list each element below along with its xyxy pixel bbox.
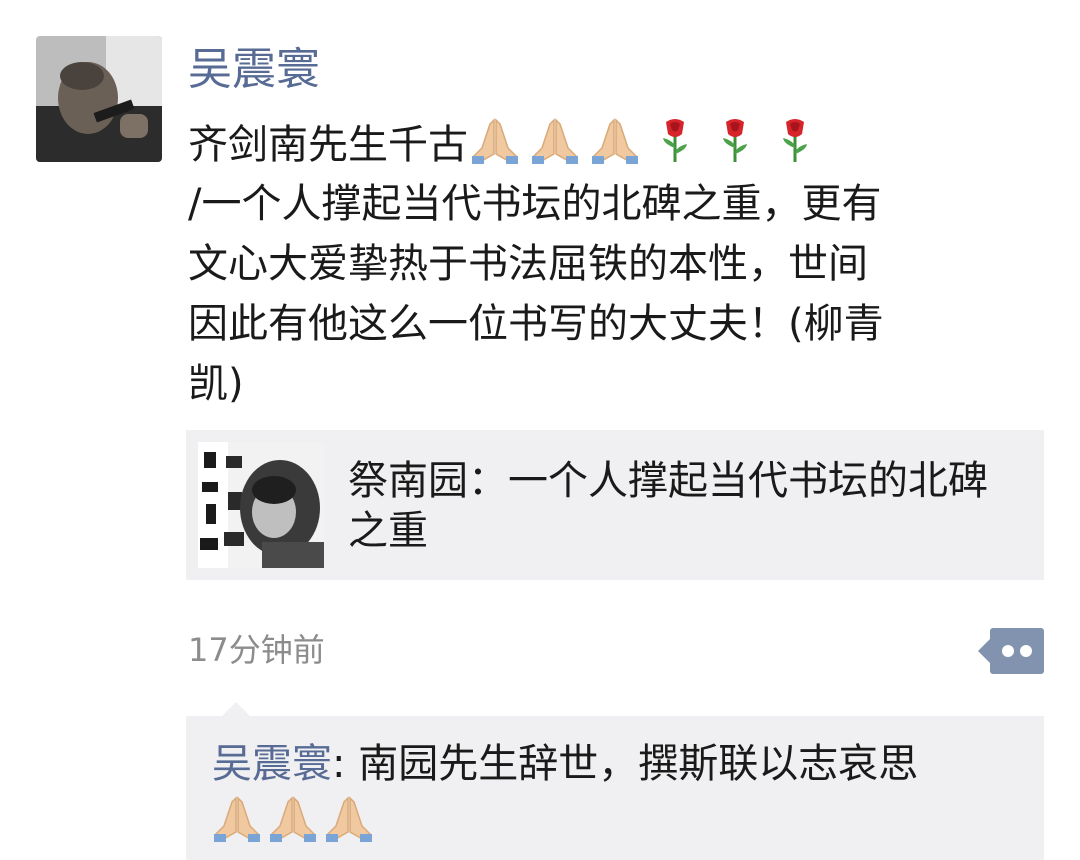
comment-text: 南园先生辞世，撰斯联以志哀思 — [358, 741, 919, 787]
author-name[interactable]: 吴震寰 — [188, 40, 320, 100]
folded-hands-icon — [268, 792, 318, 857]
shared-article-card[interactable]: 祭南园：一个人撑起当代书坛的北碑 之重 — [186, 430, 1044, 580]
dot — [1002, 645, 1014, 657]
comment-emoji-row — [212, 792, 374, 857]
moments-post: 吴震寰 齐剑南先生千古 /一个人撑起当代书坛的北碑之重，更有 文心大爱挚热于书法… — [0, 0, 1080, 860]
avatar-photo — [36, 36, 162, 162]
comment-text-line: 吴震寰: 南园先生辞世，撰斯联以志哀思 — [212, 736, 1032, 792]
comment-author[interactable]: 吴震寰 — [212, 741, 332, 787]
rose-icon — [650, 114, 700, 181]
post-text: 齐剑南先生千古 /一个人撑起当代书坛的北碑之重，更有 文心大爱挚热于书法屈铁的本… — [188, 114, 1048, 414]
post-text-line-5: 凯) — [188, 361, 244, 407]
more-dots-icon — [990, 628, 1044, 674]
comment-emoji-line — [212, 792, 1032, 857]
author-avatar[interactable] — [36, 36, 162, 162]
comments-area: 吴震寰: 南园先生辞世，撰斯联以志哀思 — [186, 716, 1044, 860]
post-text-line-2: /一个人撑起当代书坛的北碑之重，更有 — [188, 181, 882, 227]
folded-hands-icon — [212, 792, 262, 857]
rose-icon — [710, 114, 760, 181]
post-text-line-3: 文心大爱挚热于书法屈铁的本性，世间 — [188, 241, 868, 287]
emoji-row — [470, 114, 820, 181]
folded-hands-icon — [590, 114, 640, 181]
dot — [1020, 645, 1032, 657]
folded-hands-icon — [470, 114, 520, 181]
comment-area-notch — [222, 702, 250, 716]
comment-item[interactable]: 吴震寰: 南园先生辞世，撰斯联以志哀思 — [212, 736, 1032, 857]
article-title: 祭南园：一个人撑起当代书坛的北碑 之重 — [348, 456, 1038, 556]
rose-icon — [770, 114, 820, 181]
folded-hands-icon — [530, 114, 580, 181]
post-timestamp: 17分钟前 — [188, 631, 325, 669]
post-text-line-4: 因此有他这么一位书写的大丈夫！(柳青 — [188, 301, 884, 347]
comment-separator: : — [332, 741, 359, 787]
article-title-line-1: 祭南园：一个人撑起当代书坛的北碑 — [348, 458, 988, 504]
more-button-tip — [978, 639, 990, 663]
post-text-line: 齐剑南先生千古 — [188, 122, 468, 168]
article-thumbnail-image — [198, 442, 324, 568]
article-title-line-2: 之重 — [348, 508, 428, 554]
article-thumbnail — [198, 442, 324, 568]
folded-hands-icon — [324, 792, 374, 857]
post-text-line-1: 齐剑南先生千古 — [188, 114, 1048, 174]
more-actions-button[interactable] — [978, 628, 1044, 674]
